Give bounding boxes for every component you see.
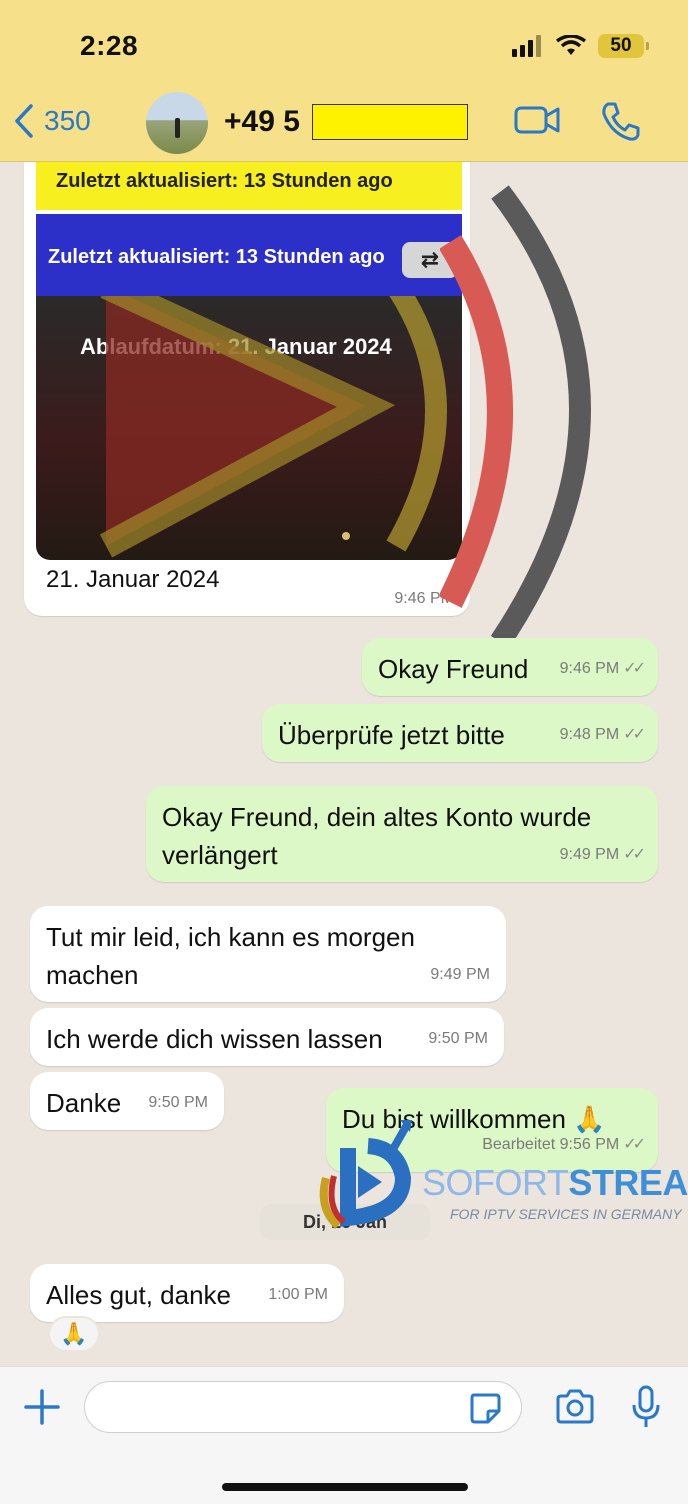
video-call-icon[interactable] xyxy=(514,100,560,140)
message-time: 9:48 PM xyxy=(559,726,620,743)
message-bubble-outgoing[interactable]: Okay Freund, dein altes Konto wurde verl… xyxy=(146,786,658,882)
image-banner-blue-text: Zuletzt aktualisiert: 13 Stunden ago xyxy=(48,246,385,268)
message-edited-time: Bearbeitet 9:56 PM xyxy=(482,1136,620,1153)
image-message[interactable]: Zuletzt aktualisiert: 13 Stunden ago Zul… xyxy=(24,162,470,616)
brand-logo-icon xyxy=(319,1120,412,1229)
contact-avatar[interactable] xyxy=(146,92,208,154)
read-ticks-icon: ✓✓ xyxy=(623,846,646,863)
image-photo: Ablaufdatum: 21. Januar 2024 xyxy=(36,296,462,560)
message-meta: 9:49 PM ✓✓ xyxy=(559,836,646,874)
wifi-icon xyxy=(556,35,586,55)
brand-name-part1: SOFORT xyxy=(422,1162,569,1203)
plus-icon[interactable] xyxy=(22,1387,62,1427)
status-time: 2:28 xyxy=(80,30,139,61)
message-bubble-outgoing[interactable]: Überprüfe jetzt bitte 9:48 PM ✓✓ xyxy=(262,704,658,762)
message-reaction[interactable]: 🙏 xyxy=(48,1316,100,1352)
message-input-bar xyxy=(0,1366,688,1504)
unread-count: 350 xyxy=(44,105,91,136)
message-bubble-outgoing[interactable]: Okay Freund 9:46 PM ✓✓ xyxy=(362,638,658,696)
read-ticks-icon: ✓✓ xyxy=(623,1136,646,1153)
message-text: Alles gut, danke xyxy=(46,1280,232,1310)
message-meta: 9:46 PM ✓✓ xyxy=(559,650,646,688)
message-text: Okay Freund, dein altes Konto wurde verl… xyxy=(162,802,592,870)
play-watermark-icon xyxy=(99,296,447,558)
brand-name-part2: STREAM xyxy=(568,1162,688,1203)
contact-name[interactable]: +49 5 xyxy=(224,105,300,139)
message-input[interactable] xyxy=(84,1381,522,1433)
message-time: 9:50 PM xyxy=(428,1030,488,1047)
status-icons: 50 xyxy=(512,34,649,58)
message-text: Danke xyxy=(46,1088,122,1118)
brand-watermark: SOFORTSTREAM FOR IPTV SERVICES IN GERMAN… xyxy=(422,1162,688,1222)
redaction-box xyxy=(312,104,468,140)
message-meta: 9:48 PM ✓✓ xyxy=(559,716,646,754)
message-bubble-incoming[interactable]: Ich werde dich wissen lassen 9:50 PM xyxy=(30,1008,504,1066)
decorative-arcs xyxy=(440,185,591,642)
microphone-icon[interactable] xyxy=(630,1385,662,1429)
back-button[interactable]: 350 xyxy=(14,104,91,138)
message-bubble-incoming[interactable]: Tut mir leid, ich kann es morgen machen … xyxy=(30,906,506,1002)
read-ticks-icon: ✓✓ xyxy=(623,726,646,743)
home-indicator xyxy=(222,1483,468,1491)
message-time: 9:49 PM xyxy=(559,846,620,863)
image-caption: 21. Januar 2024 xyxy=(46,566,220,593)
phone-icon[interactable] xyxy=(600,100,640,142)
message-time: 9:46 PM xyxy=(559,660,620,677)
message-time: 1:00 PM xyxy=(268,1286,328,1303)
message-text: Okay Freund xyxy=(378,654,529,684)
chat-area[interactable]: Zuletzt aktualisiert: 13 Stunden ago Zul… xyxy=(0,162,688,1366)
brand-tagline: FOR IPTV SERVICES IN GERMANY xyxy=(450,1206,682,1222)
battery-level: 50 xyxy=(598,34,649,58)
image-banner-yellow: Zuletzt aktualisiert: 13 Stunden ago xyxy=(36,162,462,210)
top-bar: 2:28 50 350 +49 5 xyxy=(0,0,688,162)
message-bubble-incoming[interactable]: Alles gut, danke 1:00 PM xyxy=(30,1264,344,1322)
message-meta: 9:50 PM xyxy=(428,1020,488,1058)
message-time: 9:49 PM xyxy=(430,966,490,983)
message-meta: Bearbeitet 9:56 PM ✓✓ xyxy=(482,1126,646,1164)
message-meta: 9:50 PM xyxy=(148,1084,208,1122)
message-text: Überprüfe jetzt bitte xyxy=(278,720,505,750)
message-meta: 9:49 PM xyxy=(430,956,490,994)
message-bubble-incoming[interactable]: Danke 9:50 PM xyxy=(30,1072,224,1130)
message-meta: 1:00 PM xyxy=(268,1276,328,1314)
signal-icon xyxy=(512,35,541,57)
read-ticks-icon: ✓✓ xyxy=(623,660,646,677)
message-time: 9:50 PM xyxy=(148,1094,208,1111)
brand-name: SOFORTSTREAM xyxy=(422,1162,688,1204)
chevron-left-icon xyxy=(15,104,33,138)
message-text: Tut mir leid, ich kann es morgen machen xyxy=(46,922,415,990)
image-banner-blue: Zuletzt aktualisiert: 13 Stunden ago ⇄ xyxy=(36,214,462,296)
sticker-icon[interactable] xyxy=(468,1391,502,1425)
camera-icon[interactable] xyxy=(554,1389,596,1425)
message-text: Ich werde dich wissen lassen xyxy=(46,1024,383,1054)
